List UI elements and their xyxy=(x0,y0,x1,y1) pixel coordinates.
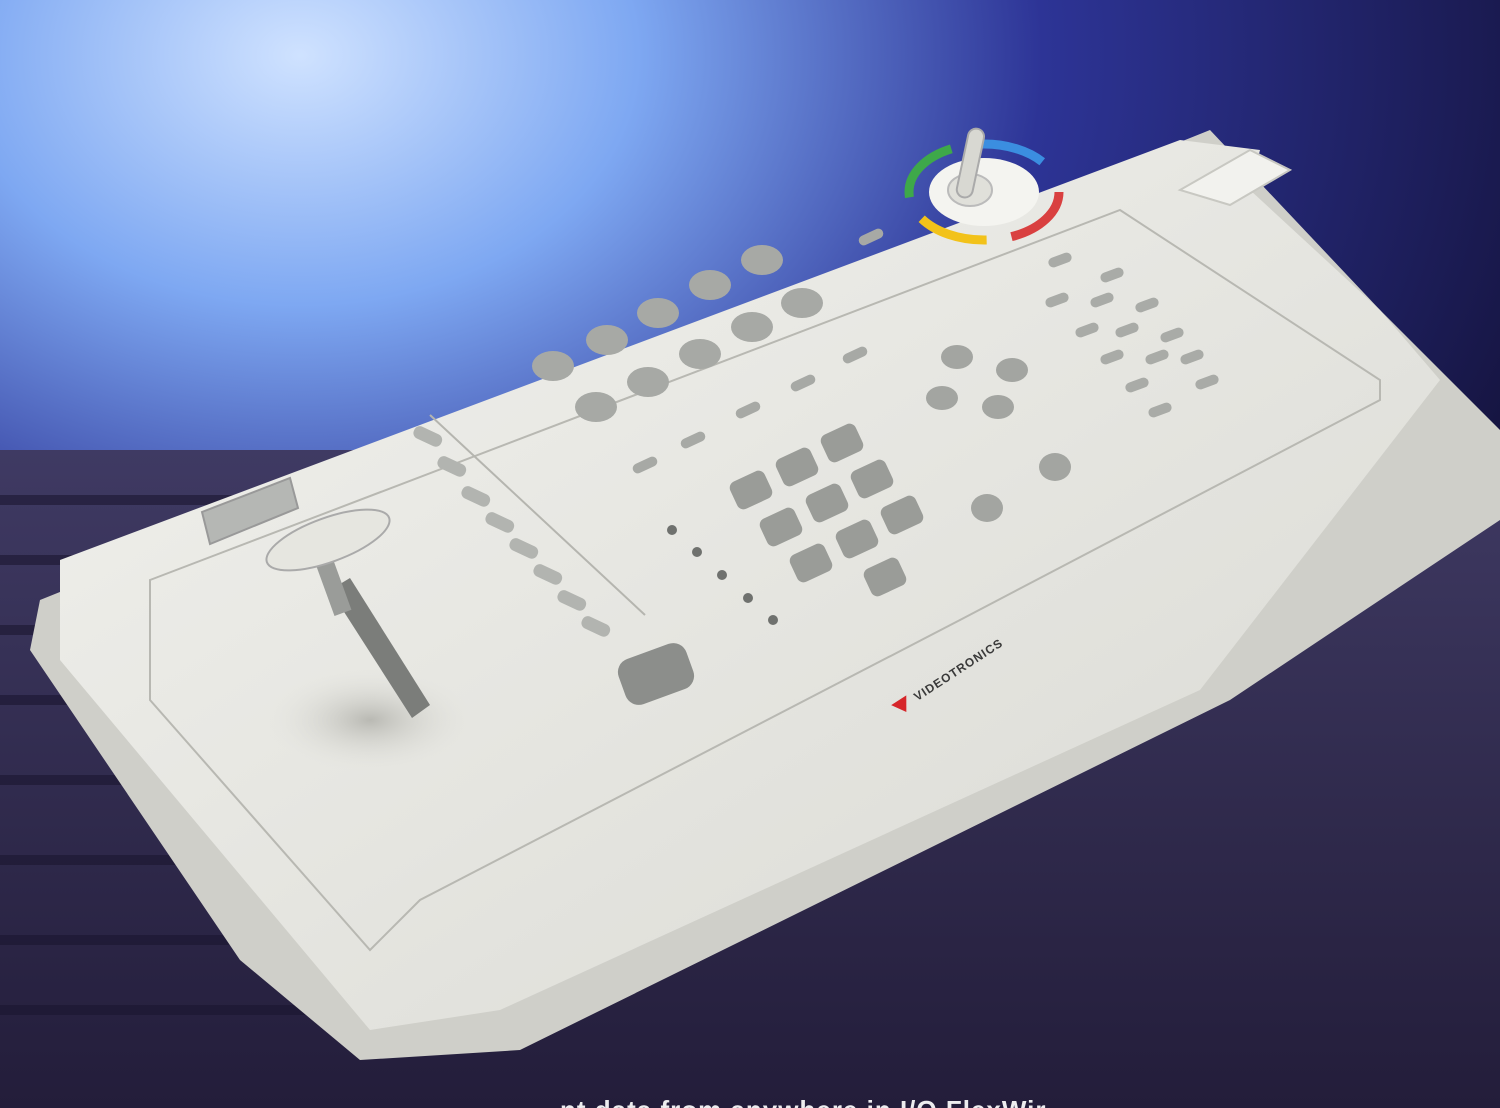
joystick-well xyxy=(260,665,480,775)
caption-text: nt data from anywhere in I/O FlexWir xyxy=(560,1088,1260,1108)
console-photo xyxy=(0,0,1500,1108)
photo-scene: VIDEOTRONICS nt data from anywhere in I/… xyxy=(0,0,1500,1108)
